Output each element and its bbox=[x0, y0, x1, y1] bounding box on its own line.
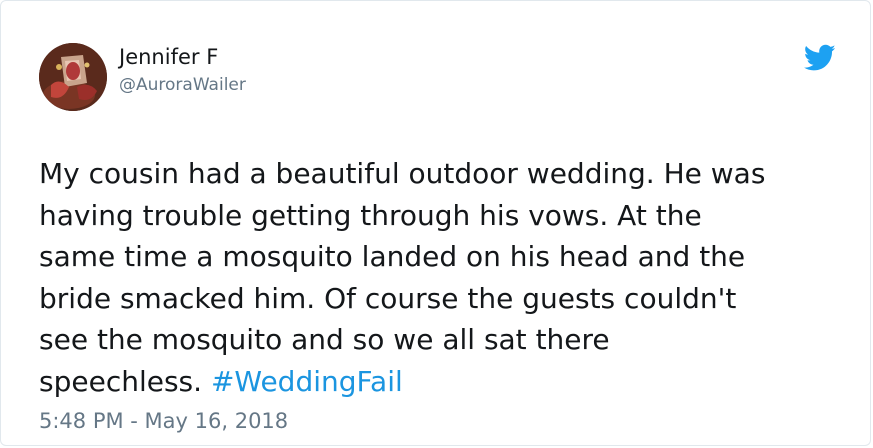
tweet-timestamp[interactable]: 5:48 PM - May 16, 2018 bbox=[39, 407, 288, 435]
tweet-body: My cousin had a beautiful outdoor weddin… bbox=[39, 157, 766, 398]
author-block: Jennifer F @AuroraWailer bbox=[119, 43, 246, 97]
author-handle[interactable]: @AuroraWailer bbox=[119, 73, 246, 97]
hashtag-link[interactable]: #WeddingFail bbox=[211, 365, 403, 398]
avatar[interactable] bbox=[39, 43, 107, 111]
author-name[interactable]: Jennifer F bbox=[119, 43, 246, 71]
tweet-card: Jennifer F @AuroraWailer My cousin had a… bbox=[0, 0, 871, 446]
twitter-bird-icon[interactable] bbox=[803, 44, 836, 72]
tweet-text: My cousin had a beautiful outdoor weddin… bbox=[39, 153, 849, 402]
